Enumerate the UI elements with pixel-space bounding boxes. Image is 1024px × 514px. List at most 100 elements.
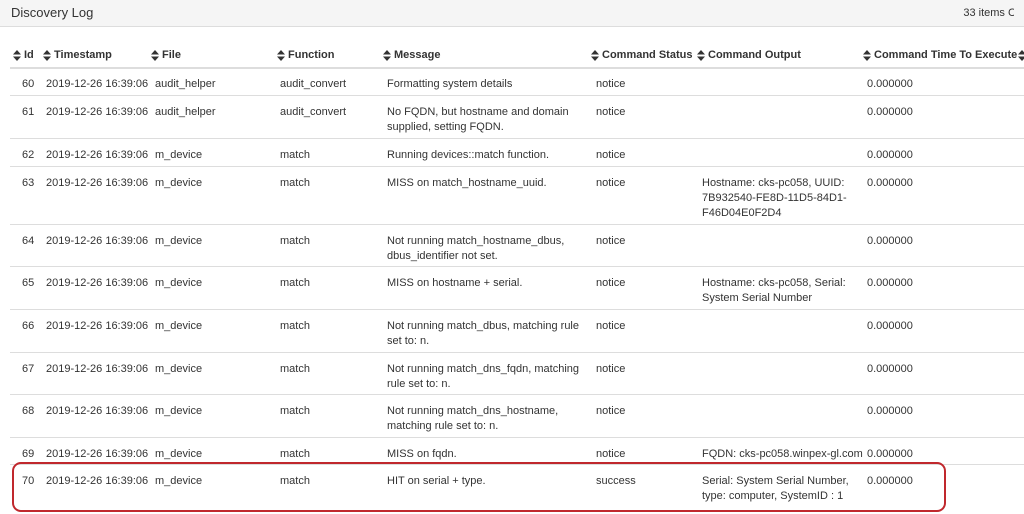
cell-function: match [280, 149, 310, 161]
column-header-label: Command Status [602, 49, 693, 61]
sort-icon [151, 49, 159, 61]
cell-file: m_device [155, 177, 203, 189]
table-row[interactable]: 63 2019-12-26 16:39:06 m_device match MI… [10, 166, 1024, 224]
cell-function: match [280, 177, 310, 189]
cell-timestamp: 2019-12-26 16:39:06 [46, 405, 149, 417]
cell-timestamp: 2019-12-26 16:39:06 [46, 320, 149, 332]
sort-icon [863, 49, 871, 61]
table-row[interactable]: 64 2019-12-26 16:39:06 m_device match No… [10, 224, 1024, 266]
cell-function: match [280, 277, 310, 289]
cell-file: m_device [155, 277, 203, 289]
table-row[interactable]: 60 2019-12-26 16:39:06 audit_helper audi… [10, 68, 1024, 95]
cell-status: notice [596, 405, 626, 417]
column-header-label: Command Output [708, 49, 801, 61]
cell-message: No FQDN, but hostname and domain supplie… [387, 106, 569, 133]
cell-function: match [280, 320, 310, 332]
sort-icon [591, 49, 599, 61]
cell-timestamp: 2019-12-26 16:39:06 [46, 149, 149, 161]
column-header-id[interactable]: Id [13, 45, 34, 65]
cell-function: match [280, 235, 310, 247]
table-row[interactable]: 68 2019-12-26 16:39:06 m_device match No… [10, 394, 1024, 437]
table-row[interactable]: 62 2019-12-26 16:39:06 m_device match Ru… [10, 138, 1024, 166]
panel-header: Discovery Log 33 items C [0, 0, 1024, 27]
cell-output: Hostname: cks-pc058, Serial: System Seri… [702, 277, 846, 304]
cell-id: 61 [22, 106, 35, 118]
cell-time: 0.000000 [867, 448, 913, 460]
cell-file: m_device [155, 149, 203, 161]
column-header-label: Function [288, 49, 335, 61]
cell-time: 0.000000 [867, 177, 913, 189]
cell-status: notice [596, 363, 626, 375]
cell-id: 64 [22, 235, 35, 247]
cell-id: 60 [22, 78, 35, 90]
column-header-timestamp[interactable]: Timestamp [43, 45, 112, 65]
cell-status: notice [596, 106, 626, 118]
column-header-file[interactable]: File [151, 45, 181, 65]
cell-message: Not running match_dbus, matching rule se… [387, 320, 579, 347]
cell-message: Running devices::match function. [387, 149, 550, 161]
cell-id: 63 [22, 177, 35, 189]
cell-file: m_device [155, 448, 203, 460]
cell-message: Formatting system details [387, 78, 513, 90]
column-header-label: Command Time To Execute [874, 49, 1018, 61]
cell-id: 67 [22, 363, 35, 375]
column-header-label: File [162, 49, 181, 61]
cell-function: match [280, 363, 310, 375]
cell-file: audit_helper [155, 106, 216, 118]
cell-message: Not running match_hostname_dbus, dbus_id… [387, 235, 565, 262]
column-header-function[interactable]: Function [277, 45, 334, 65]
cell-time: 0.000000 [867, 106, 913, 118]
next-column-sort-icon[interactable] [1018, 45, 1024, 65]
truncated-header-glyph: C [1008, 7, 1014, 19]
cell-message: MISS on match_hostname_uuid. [387, 177, 547, 189]
table-row[interactable]: 66 2019-12-26 16:39:06 m_device match No… [10, 309, 1024, 352]
table-row[interactable]: 65 2019-12-26 16:39:06 m_device match MI… [10, 266, 1024, 309]
table-row[interactable]: 67 2019-12-26 16:39:06 m_device match No… [10, 352, 1024, 394]
cell-message: MISS on fqdn. [387, 448, 457, 460]
cell-function: audit_convert [280, 78, 347, 90]
cell-timestamp: 2019-12-26 16:39:06 [46, 177, 149, 189]
cell-file: m_device [155, 405, 203, 417]
table-row[interactable]: 61 2019-12-26 16:39:06 audit_helper audi… [10, 95, 1024, 138]
cell-timestamp: 2019-12-26 16:39:06 [46, 448, 149, 460]
cell-timestamp: 2019-12-26 16:39:06 [46, 235, 149, 247]
cell-id: 68 [22, 405, 35, 417]
sort-icon [697, 49, 705, 61]
cell-file: audit_helper [155, 78, 216, 90]
sort-icon [277, 49, 285, 61]
cell-file: m_device [155, 235, 203, 247]
cell-id: 65 [22, 277, 35, 289]
cell-time: 0.000000 [867, 277, 913, 289]
cell-time: 0.000000 [867, 235, 913, 247]
table-row[interactable]: 69 2019-12-26 16:39:06 m_device match MI… [10, 437, 1024, 464]
cell-status: notice [596, 277, 626, 289]
cell-status: notice [596, 235, 626, 247]
cell-function: match [280, 448, 310, 460]
cell-output: Hostname: cks-pc058, UUID: 7B932540-FE8D… [702, 177, 847, 219]
cell-timestamp: 2019-12-26 16:39:06 [46, 78, 149, 90]
cell-message: Not running match_dns_fqdn, matching rul… [387, 363, 580, 390]
cell-id: 66 [22, 320, 35, 332]
sort-icon [383, 49, 391, 61]
column-header-command-time[interactable]: Command Time To Execute [863, 45, 1017, 65]
items-count-text: 33 items [963, 7, 1005, 19]
cell-function: match [280, 405, 310, 417]
cell-time: 0.000000 [867, 405, 913, 417]
cell-time: 0.000000 [867, 363, 913, 375]
column-header-label: Id [24, 49, 34, 61]
items-count: 33 items C [963, 7, 1014, 19]
column-header-command-status[interactable]: Command Status [591, 45, 692, 65]
cell-status: notice [596, 177, 626, 189]
cell-time: 0.000000 [867, 320, 913, 332]
cell-time: 0.000000 [867, 78, 913, 90]
cell-status: notice [596, 78, 626, 90]
cell-id: 69 [22, 448, 35, 460]
column-header-command-output[interactable]: Command Output [697, 45, 801, 65]
cell-file: m_device [155, 320, 203, 332]
cell-timestamp: 2019-12-26 16:39:06 [46, 106, 149, 118]
column-header-message[interactable]: Message [383, 45, 440, 65]
cell-function: audit_convert [280, 106, 347, 118]
cell-message: Not running match_dns_hostname, matching… [387, 405, 559, 432]
sort-icon [13, 49, 21, 61]
cell-time: 0.000000 [867, 149, 913, 161]
